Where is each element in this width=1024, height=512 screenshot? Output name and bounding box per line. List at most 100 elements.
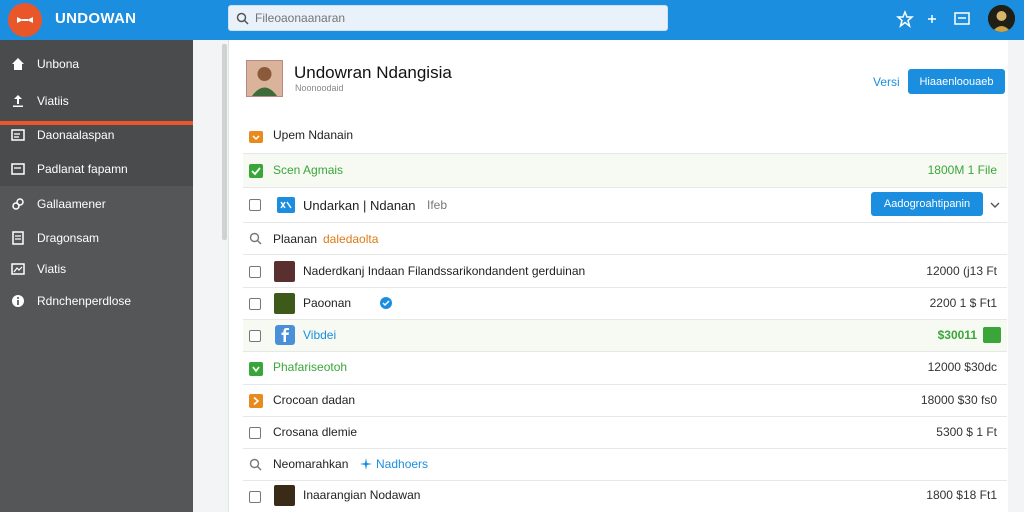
page-subtitle: Noonoodaid: [295, 83, 344, 93]
list-item-label: Plaanan: [273, 232, 318, 246]
list-item-value: 2200 1 $ Ft1: [929, 296, 997, 310]
sidebar-item-label: Dragonsam: [37, 231, 100, 245]
window-icon: [11, 163, 25, 175]
main-panel: Undowran Ndangisia Noonoodaid Versi Hiaa…: [228, 40, 1008, 512]
list-item-accent: daledaolta: [323, 232, 379, 246]
row-checkbox[interactable]: [249, 491, 261, 503]
list-item[interactable]: Phafariseotoh 12000 $30dc: [243, 352, 1007, 385]
avatar-image: [988, 5, 1015, 32]
sparkle-icon: [360, 458, 372, 470]
search-icon: [249, 458, 262, 471]
search-icon: [236, 12, 249, 25]
list-item-hint: Ifeb: [427, 198, 448, 212]
row-checkbox[interactable]: [249, 266, 261, 278]
window-icon: [11, 129, 25, 141]
image-icon: [11, 263, 25, 275]
list-item[interactable]: Naderdkanj Indaan Filandssarikondandent …: [243, 255, 1007, 288]
sidebar-item-label: Daonaalaspan: [37, 128, 115, 142]
add-icon[interactable]: [923, 10, 941, 28]
list-item-value: 18000 $30 fs0: [920, 393, 997, 407]
check-icon: [249, 164, 263, 178]
sidebar-item-dragonsam[interactable]: Dragonsam: [0, 223, 193, 253]
list-item-label: Crocoan dadan: [273, 393, 356, 407]
row-thumbnail: [274, 293, 295, 314]
row-thumbnail: [274, 485, 295, 506]
sidebar-item-daonaalaspan[interactable]: Daonaalaspan: [0, 120, 193, 150]
status-badge: [983, 327, 1001, 343]
link-icon: [12, 198, 24, 210]
list-item[interactable]: Crocoan dadan 18000 $30 fs0: [243, 385, 1007, 417]
verified-icon: [380, 297, 392, 309]
document-icon: [12, 231, 24, 245]
list-item[interactable]: Undarkan | Ndanan Ifeb Aadogroahtipanin: [243, 188, 1007, 223]
list-item[interactable]: Inaarangian Nodawan 1800 $18 Ft1: [243, 481, 1007, 512]
list-item-label: Neomarahkan: [273, 457, 349, 471]
sidebar-item-home[interactable]: Unbona: [0, 49, 193, 79]
list-item-label: Scen Agmais: [273, 163, 344, 177]
user-avatar[interactable]: [988, 5, 1015, 32]
chevron-down-icon[interactable]: [989, 200, 1001, 210]
project-thumbnail: [246, 60, 283, 97]
sidebar-item-label: Gallaamener: [37, 197, 106, 211]
list-item-label: Phafariseotoh: [273, 360, 348, 374]
sidebar-item-label: Viatiis: [37, 94, 69, 108]
list-item-value: 1800 $18 Ft1: [926, 488, 997, 502]
list-item-value: 5300 $ 1 Ft: [936, 425, 997, 439]
list-item[interactable]: Upem Ndanain: [243, 119, 1007, 154]
social-icon: [275, 325, 295, 345]
upload-icon: [13, 95, 23, 107]
row-checkbox[interactable]: [249, 330, 261, 342]
search-input[interactable]: [255, 9, 655, 27]
list-item-value: $30011: [937, 328, 977, 342]
folder-icon: [249, 131, 263, 143]
sidebar-item-padlanat[interactable]: Padlanat fapamn: [0, 154, 193, 184]
sidebar-item-viatiis[interactable]: Viatiis: [0, 86, 193, 116]
search-icon: [249, 232, 262, 245]
list-item-value: 12000 (j13 Ft: [926, 264, 997, 278]
list-item-label: Crosana dlemie: [273, 425, 358, 439]
search-bar[interactable]: [228, 5, 668, 31]
top-bar: UNDOWAN: [0, 0, 1024, 40]
file-type-icon: [277, 197, 295, 213]
list-item-label: Inaarangian Nodawan: [303, 488, 421, 502]
list-item[interactable]: Crosana dlemie 5300 $ 1 Ft: [243, 417, 1007, 449]
row-checkbox[interactable]: [249, 427, 261, 439]
thumbnail-image: [247, 61, 282, 96]
list-item[interactable]: Paoonan 2200 1 $ Ft1: [243, 288, 1007, 320]
list-item[interactable]: Plaanan daledaolta: [243, 223, 1007, 255]
list-item[interactable]: Scen Agmais 1800M 1 File: [243, 154, 1007, 188]
sidebar-item-label: Padlanat fapamn: [37, 162, 128, 176]
list-item-value: 12000 $30dc: [927, 360, 997, 374]
list-item-label: Paoonan: [303, 296, 352, 310]
row-checkbox[interactable]: [249, 298, 261, 310]
page-title: Undowran Ndangisia: [294, 63, 452, 82]
sidebar: Unbona Viatiis Daonaalaspan Padlanat fap…: [0, 40, 193, 512]
list-item-label: Upem Ndanain: [273, 128, 354, 142]
app-name: UNDOWAN: [55, 10, 137, 27]
list-item-label: Undarkan | Ndanan: [303, 198, 416, 213]
sidebar-item-viatis[interactable]: Viatis: [0, 254, 193, 284]
sidebar-item-label: Unbona: [37, 57, 80, 71]
message-icon[interactable]: [953, 10, 971, 28]
app-logo[interactable]: [8, 3, 42, 37]
row-thumbnail: [274, 261, 295, 282]
primary-action-button[interactable]: Hiaaenloouaeb: [908, 69, 1005, 94]
scrollbar[interactable]: [222, 44, 227, 240]
info-icon: [12, 295, 24, 307]
list-item-value: 1800M 1 File: [927, 163, 997, 177]
list-item-label: Vibdei: [303, 328, 337, 342]
row-checkbox[interactable]: [249, 199, 261, 211]
download-icon: [249, 362, 263, 376]
list-item-accent: Nadhoers: [376, 457, 429, 471]
list-item-label: Naderdkanj Indaan Filandssarikondandent …: [303, 264, 586, 278]
row-action-button[interactable]: Aadogroahtipanin: [871, 192, 983, 216]
sidebar-item-rdnchen[interactable]: Rdnchenperdlose: [0, 286, 193, 316]
version-link[interactable]: Versi: [873, 75, 900, 89]
list-item[interactable]: Vibdei $30011: [243, 320, 1007, 352]
list-item[interactable]: Neomarahkan Nadhoers: [243, 449, 1007, 481]
logo-icon: [17, 17, 33, 23]
arrow-right-icon: [249, 394, 263, 408]
sidebar-item-label: Rdnchenperdlose: [37, 294, 132, 308]
star-icon[interactable]: [896, 10, 914, 28]
sidebar-item-gallaamener[interactable]: Gallaamener: [0, 189, 193, 219]
